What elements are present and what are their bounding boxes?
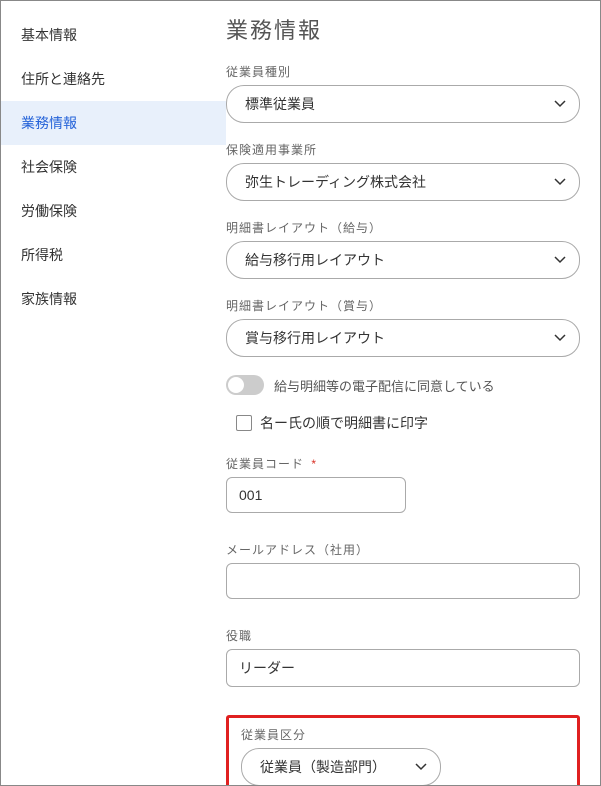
select-employee-category[interactable]: 従業員（製造部門） (241, 748, 441, 785)
input-position-value: リーダー (239, 658, 295, 678)
input-email[interactable] (226, 563, 580, 599)
toggle-econsent[interactable] (226, 375, 264, 395)
sidebar-item-income-tax[interactable]: 所得税 (1, 233, 226, 277)
field-email: メールアドレス（社用） (226, 541, 580, 599)
checkbox-name-order-row: 名ー氏の順で明細書に印字 (236, 413, 580, 433)
label-employee-code-text: 従業員コード (226, 457, 304, 471)
select-payslip-layout-salary-value: 給与移行用レイアウト (245, 250, 385, 270)
field-insurance-office: 保険適用事業所 弥生トレーディング株式会社 (226, 141, 580, 201)
select-payslip-layout-salary[interactable]: 給与移行用レイアウト (226, 241, 580, 279)
checkbox-name-order[interactable] (236, 415, 252, 431)
label-insurance-office: 保険適用事業所 (226, 141, 580, 158)
select-insurance-office-value: 弥生トレーディング株式会社 (245, 172, 426, 192)
select-insurance-office[interactable]: 弥生トレーディング株式会社 (226, 163, 580, 201)
highlight-employee-category: 従業員区分 従業員（製造部門） (226, 715, 580, 785)
label-position: 役職 (226, 627, 580, 644)
select-employee-type[interactable]: 標準従業員 (226, 85, 580, 123)
page-title: 業務情報 (226, 13, 580, 45)
select-payslip-layout-bonus-value: 賞与移行用レイアウト (245, 328, 385, 348)
field-payslip-layout-bonus: 明細書レイアウト（賞与） 賞与移行用レイアウト (226, 297, 580, 357)
field-payslip-layout-salary: 明細書レイアウト（給与） 給与移行用レイアウト (226, 219, 580, 279)
input-position[interactable]: リーダー (226, 649, 580, 687)
sidebar: 基本情報 住所と連絡先 業務情報 社会保険 労働保険 所得税 家族情報 (1, 1, 226, 785)
label-employee-code: 従業員コード * (226, 455, 580, 472)
field-employee-type: 従業員種別 標準従業員 (226, 63, 580, 123)
field-position: 役職 リーダー (226, 627, 580, 687)
sidebar-item-family-info[interactable]: 家族情報 (1, 277, 226, 321)
sidebar-item-social-insurance[interactable]: 社会保険 (1, 145, 226, 189)
select-payslip-layout-bonus[interactable]: 賞与移行用レイアウト (226, 319, 580, 357)
checkbox-name-order-label: 名ー氏の順で明細書に印字 (260, 413, 428, 433)
sidebar-item-work-info[interactable]: 業務情報 (1, 101, 226, 145)
label-email: メールアドレス（社用） (226, 541, 580, 558)
label-payslip-layout-bonus: 明細書レイアウト（賞与） (226, 297, 580, 314)
toggle-econsent-label: 給与明細等の電子配信に同意している (274, 376, 495, 395)
required-mark: * (311, 457, 317, 471)
field-employee-code: 従業員コード * 001 (226, 455, 580, 513)
label-payslip-layout-salary: 明細書レイアウト（給与） (226, 219, 580, 236)
toggle-econsent-row: 給与明細等の電子配信に同意している (226, 375, 580, 395)
label-employee-category: 従業員区分 (241, 726, 565, 743)
select-employee-type-value: 標準従業員 (245, 94, 315, 114)
sidebar-item-labor-insurance[interactable]: 労働保険 (1, 189, 226, 233)
main-content: 業務情報 従業員種別 標準従業員 保険適用事業所 弥生トレーディング株式会社 明… (226, 1, 600, 785)
toggle-knob (228, 377, 244, 393)
sidebar-item-address-contact[interactable]: 住所と連絡先 (1, 57, 226, 101)
input-employee-code[interactable]: 001 (226, 477, 406, 513)
sidebar-item-basic-info[interactable]: 基本情報 (1, 13, 226, 57)
label-employee-type: 従業員種別 (226, 63, 580, 80)
select-employee-category-value: 従業員（製造部門） (260, 757, 386, 777)
input-employee-code-value: 001 (239, 487, 262, 503)
